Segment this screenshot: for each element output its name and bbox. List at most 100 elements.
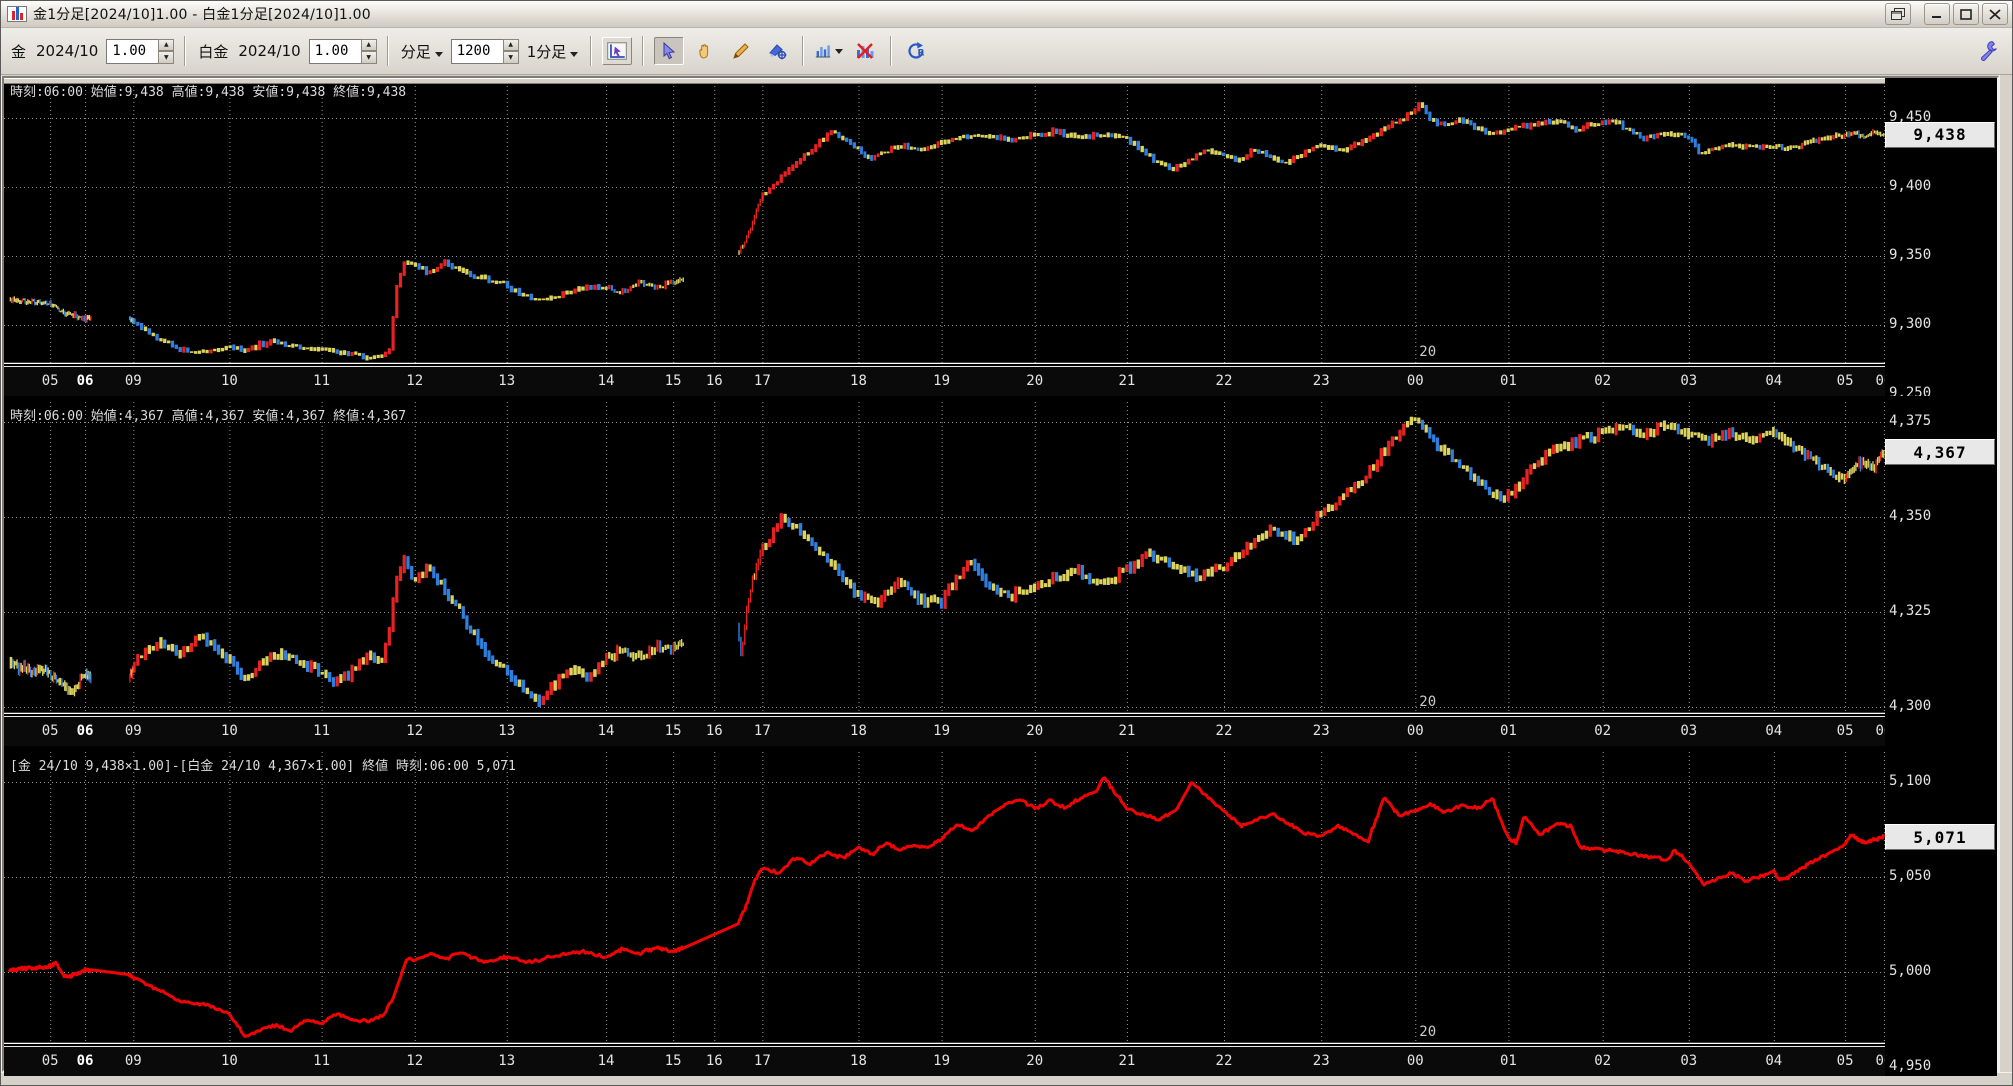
- draw-line-tool-button[interactable]: [726, 37, 756, 65]
- chart-type-button[interactable]: [814, 37, 844, 65]
- interval-dropdown[interactable]: 1分足: [527, 41, 579, 62]
- bar-count-spinner[interactable]: 1200 ▲ ▼: [450, 38, 519, 64]
- bar-count-value[interactable]: 1200: [450, 38, 503, 64]
- gold-contract-month[interactable]: 2024/10: [36, 42, 98, 60]
- title-bar[interactable]: 金1分足[2024/10]1.00 - 白金1分足[2024/10]1.00: [1, 1, 2012, 28]
- bar-count-up-icon[interactable]: ▲: [502, 38, 519, 51]
- pan-hand-tool-button[interactable]: [690, 37, 720, 65]
- candle: [1529, 464, 1533, 475]
- candle: [1792, 145, 1795, 149]
- candle: [1809, 451, 1812, 460]
- time-axis-label: 22: [1215, 1053, 1233, 1069]
- candle: [159, 338, 163, 342]
- candle: [1398, 118, 1402, 125]
- marker-icon: [769, 44, 787, 60]
- gold-chart-panel[interactable]: 20 時刻:06:00 始値:9,438 高値:9,438 安値:9,438 終…: [4, 78, 1997, 396]
- gold-ratio-value[interactable]: 1.00: [106, 38, 159, 64]
- spread-plot[interactable]: 20: [4, 752, 1889, 1044]
- time-axis-label: 04: [1765, 373, 1783, 389]
- candle: [1555, 119, 1559, 125]
- candle: [421, 571, 425, 579]
- candle: [82, 315, 84, 321]
- platinum-ratio-down-icon[interactable]: ▼: [360, 51, 377, 64]
- candle: [845, 137, 849, 142]
- platinum-ratio-spinner[interactable]: 1.00 ▲ ▼: [308, 38, 377, 64]
- bar-count-down-icon[interactable]: ▼: [502, 51, 519, 64]
- candle: [1315, 145, 1319, 149]
- candle: [1741, 144, 1745, 150]
- candle: [44, 664, 47, 672]
- time-axis-label: 12: [406, 1053, 424, 1069]
- maximize-button[interactable]: [1953, 3, 1979, 25]
- candle: [13, 660, 15, 670]
- minimize-button[interactable]: [1924, 3, 1950, 25]
- candle: [939, 139, 943, 145]
- platinum-ratio-up-icon[interactable]: ▲: [360, 38, 377, 51]
- refresh-button[interactable]: R: [902, 37, 932, 65]
- candle: [350, 664, 354, 683]
- platinum-chart-panel[interactable]: 20 時刻:06:00 始値:4,367 高値:4,367 安値:4,367 終…: [4, 402, 1997, 746]
- candle: [1014, 586, 1018, 603]
- close-button[interactable]: [1982, 3, 2008, 25]
- candle: [136, 654, 140, 666]
- cascade-windows-button[interactable]: [1885, 3, 1911, 25]
- time-axis-label: 15: [664, 373, 682, 389]
- candle: [1880, 451, 1882, 462]
- candle: [841, 135, 845, 141]
- candle: [930, 595, 933, 603]
- candle: [417, 263, 421, 270]
- candle: [1499, 491, 1503, 502]
- last-price-badge: 4,367: [1885, 439, 1995, 466]
- platinum-contract-month[interactable]: 2024/10: [238, 42, 300, 60]
- candle: [1693, 138, 1697, 148]
- gold-ratio-down-icon[interactable]: ▼: [158, 51, 175, 64]
- candle: [1823, 463, 1827, 470]
- candle: [1778, 432, 1781, 440]
- candle: [494, 280, 498, 285]
- candle: [613, 289, 616, 293]
- select-arrow-tool-button[interactable]: [654, 37, 685, 65]
- candle: [1859, 134, 1862, 139]
- platinum-plot[interactable]: 20: [4, 402, 1889, 714]
- candle: [320, 347, 324, 351]
- candle: [38, 299, 40, 303]
- candle: [276, 339, 280, 345]
- candle: [1379, 128, 1383, 137]
- candle: [1829, 135, 1832, 141]
- candle: [1156, 160, 1160, 163]
- candle: [335, 676, 339, 687]
- bar-type-dropdown[interactable]: 分足: [401, 41, 443, 62]
- window-right-frame: [1999, 75, 2012, 1072]
- candle: [977, 563, 981, 576]
- candle: [1578, 128, 1582, 132]
- candle: [1276, 527, 1280, 537]
- candle: [398, 272, 403, 288]
- candle: [581, 668, 585, 678]
- candle: [624, 647, 627, 653]
- time-axis-label: 16: [705, 723, 723, 739]
- candle: [339, 674, 343, 683]
- spread-chart-panel[interactable]: 20 [金 24/10 9,438×1.00]-[白金 24/10 4,367×…: [4, 752, 1997, 1076]
- candle: [201, 633, 205, 640]
- candle: [1731, 142, 1735, 148]
- gold-ratio-spinner[interactable]: 1.00 ▲ ▼: [106, 38, 175, 64]
- candle: [1260, 533, 1265, 541]
- candle: [55, 674, 58, 684]
- gold-plot[interactable]: 20: [4, 78, 1889, 364]
- gold-ratio-up-icon[interactable]: ▲: [158, 38, 175, 51]
- marker-crosshair-tool-button[interactable]: [762, 37, 792, 65]
- candle: [193, 635, 198, 647]
- axis-pointer-tool-button[interactable]: [602, 37, 633, 65]
- remove-chart-button[interactable]: [850, 37, 880, 65]
- candle: [369, 356, 373, 360]
- candle: [28, 300, 30, 304]
- candle: [771, 183, 776, 190]
- candle: [178, 347, 182, 352]
- candle: [969, 135, 973, 139]
- candle: [1140, 145, 1144, 153]
- platinum-ratio-value[interactable]: 1.00: [308, 38, 361, 64]
- candle: [890, 145, 893, 153]
- settings-wrench-button[interactable]: [1974, 37, 2004, 65]
- candle: [761, 192, 764, 202]
- candle: [643, 280, 646, 287]
